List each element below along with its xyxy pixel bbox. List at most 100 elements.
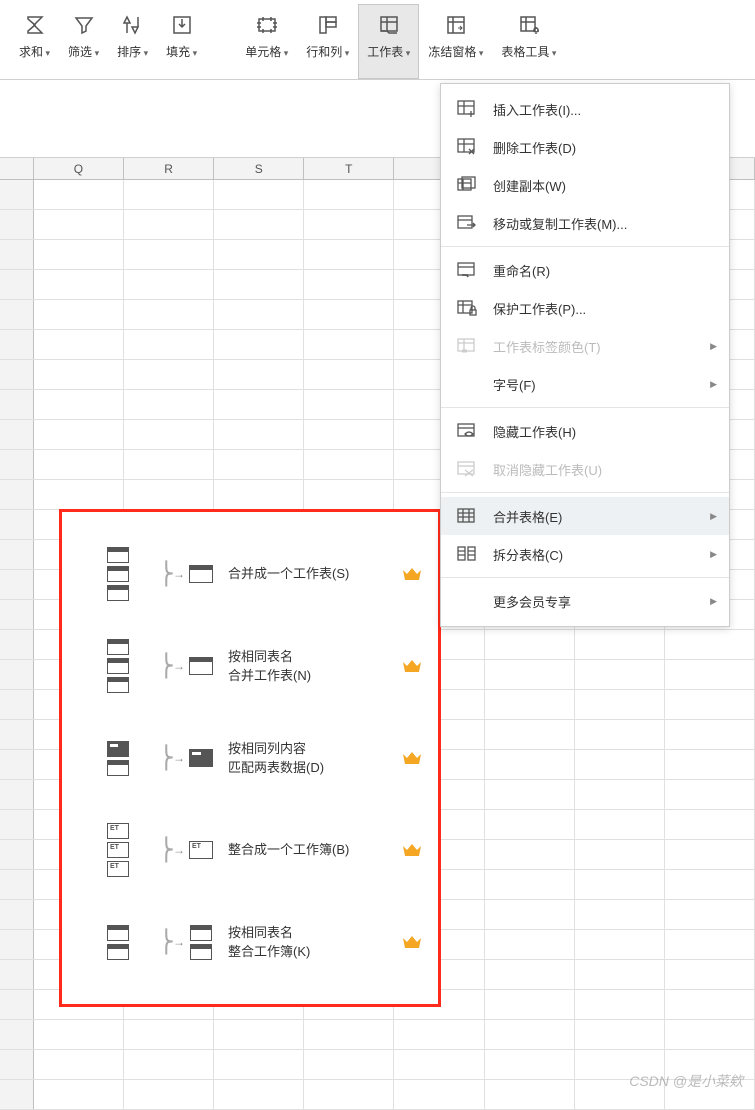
row-header[interactable] bbox=[0, 630, 34, 659]
cell[interactable] bbox=[665, 750, 755, 779]
row-header[interactable] bbox=[0, 300, 34, 329]
row-header[interactable] bbox=[0, 210, 34, 239]
cell[interactable] bbox=[485, 720, 575, 749]
row-header[interactable] bbox=[0, 750, 34, 779]
cell[interactable] bbox=[485, 840, 575, 869]
cell[interactable] bbox=[124, 210, 214, 239]
cell[interactable] bbox=[485, 810, 575, 839]
cell[interactable] bbox=[214, 300, 304, 329]
cell[interactable] bbox=[124, 180, 214, 209]
row-header[interactable] bbox=[0, 780, 34, 809]
cell[interactable] bbox=[575, 900, 665, 929]
menu-fontsize[interactable]: 字号(F) ▶ bbox=[441, 365, 729, 403]
cell[interactable] bbox=[34, 1080, 124, 1109]
cell[interactable] bbox=[575, 720, 665, 749]
menu-move-sheet[interactable]: 移动或复制工作表(M)... bbox=[441, 204, 729, 242]
cell[interactable] bbox=[34, 180, 124, 209]
cell[interactable] bbox=[214, 420, 304, 449]
row-header[interactable] bbox=[0, 180, 34, 209]
row-header[interactable] bbox=[0, 600, 34, 629]
cell[interactable] bbox=[304, 450, 394, 479]
cell[interactable] bbox=[304, 180, 394, 209]
cell[interactable] bbox=[34, 360, 124, 389]
submenu-merge-by-name[interactable]: ⎬ → 按相同表名合并工作表(N) bbox=[72, 620, 428, 712]
menu-rename-sheet[interactable]: 重命名(R) bbox=[441, 251, 729, 289]
cell[interactable] bbox=[665, 900, 755, 929]
cell[interactable] bbox=[485, 750, 575, 779]
menu-protect-sheet[interactable]: 保护工作表(P)... bbox=[441, 289, 729, 327]
menu-tab-color[interactable]: 工作表标签颜色(T) ▶ bbox=[441, 327, 729, 365]
cell[interactable] bbox=[394, 1080, 484, 1109]
ribbon-freeze[interactable]: 冻结窗格 bbox=[419, 4, 492, 79]
cell[interactable] bbox=[124, 420, 214, 449]
cell[interactable] bbox=[124, 390, 214, 419]
menu-insert-sheet[interactable]: 插入工作表(I)... bbox=[441, 90, 729, 128]
row-header[interactable] bbox=[0, 960, 34, 989]
cell[interactable] bbox=[34, 420, 124, 449]
cell[interactable] bbox=[214, 1080, 304, 1109]
row-header[interactable] bbox=[0, 660, 34, 689]
cell[interactable] bbox=[665, 1020, 755, 1049]
row-header[interactable] bbox=[0, 810, 34, 839]
cell[interactable] bbox=[304, 240, 394, 269]
row-header[interactable] bbox=[0, 270, 34, 299]
cell[interactable] bbox=[304, 420, 394, 449]
cell[interactable] bbox=[214, 480, 304, 509]
row-header[interactable] bbox=[0, 720, 34, 749]
ribbon-sum[interactable]: 求和 bbox=[10, 4, 59, 79]
row-header[interactable] bbox=[0, 390, 34, 419]
row-header[interactable] bbox=[0, 930, 34, 959]
ribbon-cell[interactable]: 单元格 bbox=[236, 4, 297, 79]
cell[interactable] bbox=[485, 1080, 575, 1109]
col-header[interactable]: T bbox=[304, 158, 394, 179]
cell[interactable] bbox=[665, 870, 755, 899]
cell[interactable] bbox=[34, 300, 124, 329]
cell[interactable] bbox=[485, 960, 575, 989]
cell[interactable] bbox=[665, 660, 755, 689]
cell[interactable] bbox=[304, 1020, 394, 1049]
cell[interactable] bbox=[665, 960, 755, 989]
cell[interactable] bbox=[575, 660, 665, 689]
cell[interactable] bbox=[394, 1020, 484, 1049]
cell[interactable] bbox=[575, 930, 665, 959]
cell[interactable] bbox=[34, 1020, 124, 1049]
cell[interactable] bbox=[304, 1080, 394, 1109]
cell[interactable] bbox=[124, 240, 214, 269]
menu-duplicate-sheet[interactable]: 创建副本(W) bbox=[441, 166, 729, 204]
cell[interactable] bbox=[34, 480, 124, 509]
ribbon-filter[interactable]: 筛选 bbox=[59, 4, 108, 79]
cell[interactable] bbox=[34, 330, 124, 359]
submenu-match-columns[interactable]: ⎬ → 按相同列内容匹配两表数据(D) bbox=[72, 712, 428, 804]
row-header[interactable] bbox=[0, 240, 34, 269]
cell[interactable] bbox=[394, 1050, 484, 1079]
row-header[interactable] bbox=[0, 840, 34, 869]
cell[interactable] bbox=[665, 840, 755, 869]
cell[interactable] bbox=[304, 1050, 394, 1079]
cell[interactable] bbox=[124, 300, 214, 329]
cell[interactable] bbox=[124, 360, 214, 389]
cell[interactable] bbox=[34, 450, 124, 479]
cell[interactable] bbox=[665, 630, 755, 659]
cell[interactable] bbox=[485, 990, 575, 1019]
cell[interactable] bbox=[575, 840, 665, 869]
cell[interactable] bbox=[304, 390, 394, 419]
row-header[interactable] bbox=[0, 570, 34, 599]
cell[interactable] bbox=[575, 690, 665, 719]
cell[interactable] bbox=[485, 900, 575, 929]
cell[interactable] bbox=[124, 1080, 214, 1109]
cell[interactable] bbox=[124, 450, 214, 479]
row-header[interactable] bbox=[0, 360, 34, 389]
menu-delete-sheet[interactable]: 删除工作表(D) bbox=[441, 128, 729, 166]
cell[interactable] bbox=[214, 210, 304, 239]
cell[interactable] bbox=[214, 450, 304, 479]
row-header[interactable] bbox=[0, 1050, 34, 1079]
cell[interactable] bbox=[665, 690, 755, 719]
cell[interactable] bbox=[124, 330, 214, 359]
cell[interactable] bbox=[485, 870, 575, 899]
cell[interactable] bbox=[575, 990, 665, 1019]
cell[interactable] bbox=[34, 210, 124, 239]
row-header[interactable] bbox=[0, 330, 34, 359]
cell[interactable] bbox=[124, 1020, 214, 1049]
menu-hide-sheet[interactable]: 隐藏工作表(H) bbox=[441, 412, 729, 450]
cell[interactable] bbox=[214, 1020, 304, 1049]
